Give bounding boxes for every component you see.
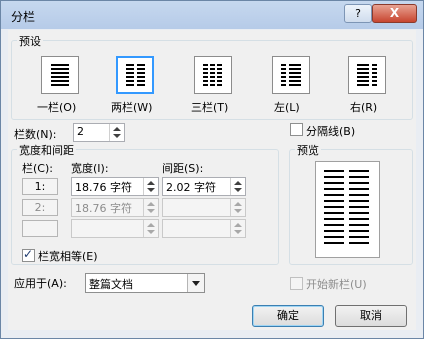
- help-button[interactable]: ?: [344, 4, 372, 23]
- column-width-1[interactable]: 18.76 字符: [71, 177, 159, 196]
- preset-three-columns[interactable]: [194, 56, 232, 94]
- presets-group-label: 预设: [17, 33, 43, 49]
- chevron-down-icon[interactable]: [187, 274, 204, 292]
- column-number-3: [22, 220, 58, 237]
- spinner-arrows-icon: [143, 199, 158, 216]
- new-column-label: 开始新栏(U): [306, 278, 367, 291]
- equal-width-label[interactable]: 栏宽相等(E): [38, 248, 98, 264]
- width-spacing-group-label: 宽度和间距: [17, 142, 76, 158]
- column-width-2: 18.76 字符: [71, 198, 159, 217]
- help-icon: ?: [355, 7, 361, 20]
- preview-page: [315, 161, 380, 258]
- title-bar[interactable]: 分栏 ? X: [1, 1, 423, 29]
- spinner-arrows-icon: [230, 220, 245, 237]
- preset-left[interactable]: [272, 56, 310, 94]
- preset-two-columns[interactable]: [116, 56, 154, 94]
- preset-left-label[interactable]: 左(L): [274, 99, 300, 115]
- preset-right[interactable]: [348, 56, 386, 94]
- preview-group-label: 预览: [295, 142, 321, 158]
- apply-to-select[interactable]: 整篇文档: [85, 273, 205, 293]
- new-column-checkbox: [290, 277, 303, 290]
- dialog-title: 分栏: [11, 10, 36, 24]
- spinner-arrows-icon[interactable]: [230, 178, 245, 195]
- column-number-1: 1:: [22, 178, 58, 195]
- separator-checkbox[interactable]: [290, 123, 303, 136]
- columns-dialog: 分栏 ? X 预设 一栏(O) 两栏(W) 三栏(T) 左(L) 右(R) 栏数…: [0, 0, 424, 339]
- spinner-arrows-icon[interactable]: [143, 178, 158, 195]
- column-number-2: 2:: [22, 199, 58, 216]
- spinner-arrows-icon: [230, 199, 245, 216]
- apply-to-label: 应用于(A):: [14, 277, 67, 290]
- columns-count-value[interactable]: 2: [77, 125, 84, 138]
- column-spacing-3: [162, 219, 246, 238]
- ok-button[interactable]: 确定: [252, 305, 324, 327]
- dialog-body: 预设 一栏(O) 两栏(W) 三栏(T) 左(L) 右(R) 栏数(N): 2 …: [8, 30, 416, 330]
- col-header: 栏(C):: [22, 162, 53, 175]
- preset-right-label[interactable]: 右(R): [350, 99, 377, 115]
- cancel-button[interactable]: 取消: [335, 305, 407, 327]
- preset-two-columns-label[interactable]: 两栏(W): [111, 99, 152, 115]
- spacing-header: 间距(S):: [162, 162, 204, 175]
- close-button[interactable]: X: [372, 4, 417, 23]
- spinner-arrows-icon: [143, 220, 158, 237]
- columns-count-spinner[interactable]: 2: [73, 123, 125, 142]
- column-spacing-1[interactable]: 2.02 字符: [162, 177, 246, 196]
- spinner-arrows-icon[interactable]: [109, 124, 124, 141]
- preset-three-columns-label[interactable]: 三栏(T): [191, 99, 228, 115]
- width-header: 宽度(I):: [71, 162, 109, 175]
- columns-count-label: 栏数(N):: [14, 128, 57, 141]
- apply-to-value[interactable]: 整篇文档: [89, 276, 133, 292]
- column-spacing-2: [162, 198, 246, 217]
- close-icon: X: [389, 6, 400, 20]
- preset-one-column-label[interactable]: 一栏(O): [37, 99, 76, 115]
- preset-one-column[interactable]: [41, 56, 79, 94]
- equal-width-checkbox[interactable]: [22, 247, 35, 262]
- separator-label[interactable]: 分隔线(B): [306, 123, 355, 139]
- column-width-3: [71, 219, 159, 238]
